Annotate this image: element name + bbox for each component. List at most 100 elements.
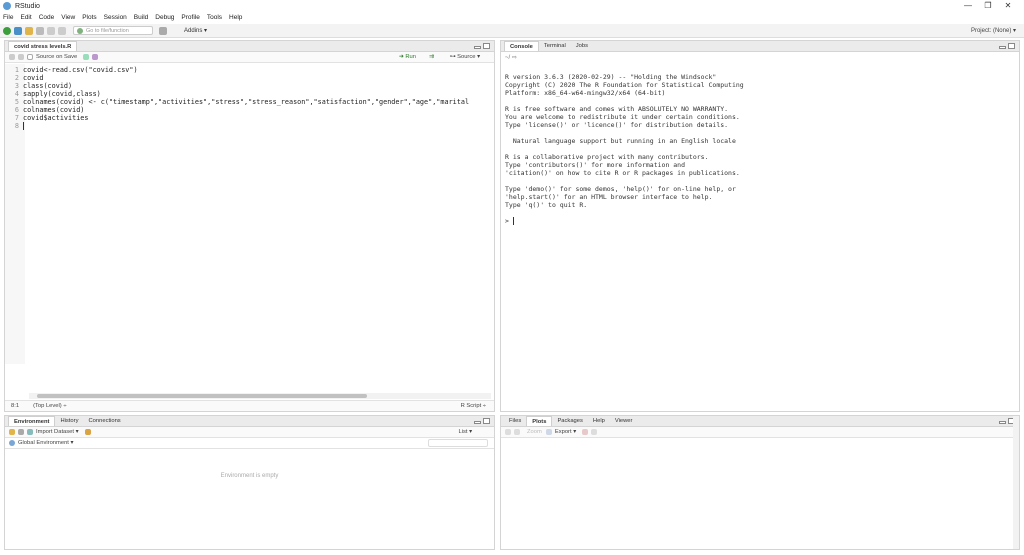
line-number: 6 — [14, 106, 19, 114]
pane-controls — [474, 43, 490, 49]
line-number: 2 — [14, 74, 19, 82]
maximize-pane-icon[interactable] — [1008, 43, 1015, 49]
files-pane: Files Plots Packages Help Viewer Zoom Ex… — [500, 415, 1020, 550]
tab-environment[interactable]: Environment — [8, 416, 56, 426]
tab-covid-stress-levels[interactable]: covid stress levels.R — [8, 41, 78, 51]
list-view-selector[interactable]: List ▾ — [458, 429, 472, 435]
zoom-button[interactable]: Zoom — [527, 429, 542, 435]
load-workspace-icon[interactable] — [9, 429, 15, 435]
minimize-pane-icon[interactable] — [999, 46, 1006, 49]
forward-icon[interactable] — [18, 54, 24, 60]
menu-file[interactable]: File — [3, 14, 13, 21]
menu-code[interactable]: Code — [39, 14, 55, 21]
window-title: RStudio — [15, 2, 40, 10]
scrollbar-thumb[interactable] — [37, 394, 367, 398]
goto-function-input[interactable]: Go to file/function — [73, 26, 153, 35]
env-tabbar: Environment History Connections — [5, 416, 494, 427]
back-icon[interactable] — [9, 54, 15, 60]
file-type-selector[interactable]: R Script ÷ — [461, 403, 486, 409]
horizontal-scrollbar[interactable] — [29, 393, 491, 399]
open-file-icon[interactable] — [25, 26, 33, 35]
save-workspace-icon[interactable] — [18, 429, 24, 435]
tab-console[interactable]: Console — [504, 41, 539, 51]
source-on-save-checkbox[interactable] — [27, 54, 33, 60]
new-file-icon[interactable] — [3, 26, 11, 35]
code-area[interactable]: 1 covid<-read.csv("covid.csv") 2 covid 3 cl… — [5, 66, 485, 130]
remove-plot-icon[interactable] — [582, 429, 589, 435]
env-search-input[interactable] — [428, 439, 488, 447]
prev-plot-icon[interactable] — [505, 429, 511, 435]
project-menu[interactable]: Project: (None) ▾ — [971, 27, 1016, 34]
vertical-scrollbar[interactable] — [1013, 416, 1019, 549]
export-icon — [545, 429, 552, 435]
next-plot-icon[interactable] — [514, 429, 520, 435]
wand-icon[interactable] — [92, 54, 99, 60]
text-cursor — [23, 122, 24, 130]
line-number: 5 — [14, 98, 19, 106]
source-editor-pane: covid stress levels.R Source on Save ➜ R… — [4, 40, 495, 412]
run-button[interactable]: ➜ Run — [399, 54, 416, 60]
globe-icon — [9, 440, 15, 446]
code-text: covid$activities — [23, 114, 89, 122]
editor-statusbar: 8:1 (Top Level) ÷ R Script ÷ — [5, 400, 494, 411]
export-button[interactable]: Export ▾ — [555, 429, 576, 435]
rstudio-logo-icon — [3, 2, 11, 10]
menu-session[interactable]: Session — [104, 14, 127, 21]
save-icon[interactable] — [36, 26, 44, 35]
tab-jobs[interactable]: Jobs — [571, 41, 593, 51]
rerun-icon[interactable]: ⇉ — [429, 54, 434, 60]
print-icon[interactable] — [58, 26, 66, 35]
menu-bar: File Edit Code View Plots Session Build … — [0, 12, 1024, 23]
import-dataset-icon — [27, 429, 33, 435]
console-tabbar: Console Terminal Jobs — [501, 41, 1019, 52]
code-line: 4 sapply(covid,class) — [5, 90, 485, 98]
new-project-icon[interactable] — [14, 26, 22, 35]
grid-layout-icon[interactable] — [159, 26, 167, 35]
code-text: covid — [23, 74, 44, 82]
line-number: 4 — [14, 90, 19, 98]
maximize-pane-icon[interactable] — [483, 43, 490, 49]
menu-plots[interactable]: Plots — [82, 14, 96, 21]
global-environment-selector[interactable]: Global Environment ▾ — [18, 440, 73, 446]
maximize-button[interactable]: ❐ — [978, 0, 998, 12]
tab-plots[interactable]: Plots — [526, 416, 553, 426]
main-toolbar: Go to file/function Addins ▾ Project: (N… — [0, 24, 1024, 38]
tab-help[interactable]: Help — [588, 416, 610, 426]
maximize-pane-icon[interactable] — [483, 418, 490, 424]
source-on-save-label: Source on Save — [36, 54, 78, 60]
clear-plots-icon[interactable] — [591, 429, 598, 435]
code-line: 1 covid<-read.csv("covid.csv") — [5, 66, 485, 74]
minimize-pane-icon[interactable] — [474, 46, 481, 49]
import-dataset-button[interactable]: Import Dataset ▾ — [36, 429, 79, 435]
console-output[interactable]: R version 3.6.3 (2020-02-29) -- "Holding… — [505, 73, 744, 225]
minimize-button[interactable]: — — [958, 0, 978, 12]
search-icon[interactable] — [83, 54, 90, 60]
tab-files[interactable]: Files — [504, 416, 526, 426]
scope-selector[interactable]: (Top Level) ÷ — [33, 403, 66, 409]
line-number: 7 — [14, 114, 19, 122]
files-tabbar: Files Plots Packages Help Viewer — [501, 416, 1019, 427]
save-all-icon[interactable] — [47, 26, 55, 35]
minimize-pane-icon[interactable] — [474, 421, 481, 424]
menu-help[interactable]: Help — [229, 14, 242, 21]
code-text: colnames(covid) — [23, 106, 85, 114]
menu-profile[interactable]: Profile — [181, 14, 199, 21]
tab-viewer[interactable]: Viewer — [610, 416, 638, 426]
working-directory[interactable]: ~/ ⇨ — [505, 54, 517, 61]
addins-button[interactable]: Addins ▾ — [184, 27, 207, 34]
broom-icon[interactable] — [84, 429, 91, 435]
menu-build[interactable]: Build — [134, 14, 148, 21]
source-button[interactable]: ⊶ Source ▾ — [450, 54, 480, 60]
tab-terminal[interactable]: Terminal — [539, 41, 571, 51]
tab-history[interactable]: History — [55, 416, 83, 426]
cursor-position: 8:1 — [11, 403, 20, 409]
tab-packages[interactable]: Packages — [552, 416, 587, 426]
menu-view[interactable]: View — [61, 14, 75, 21]
minimize-pane-icon[interactable] — [999, 421, 1006, 424]
tab-connections[interactable]: Connections — [83, 416, 125, 426]
menu-debug[interactable]: Debug — [155, 14, 174, 21]
menu-edit[interactable]: Edit — [20, 14, 31, 21]
menu-tools[interactable]: Tools — [207, 14, 222, 21]
editor-tabbar: covid stress levels.R — [5, 41, 494, 52]
close-button[interactable]: ✕ — [998, 0, 1018, 12]
